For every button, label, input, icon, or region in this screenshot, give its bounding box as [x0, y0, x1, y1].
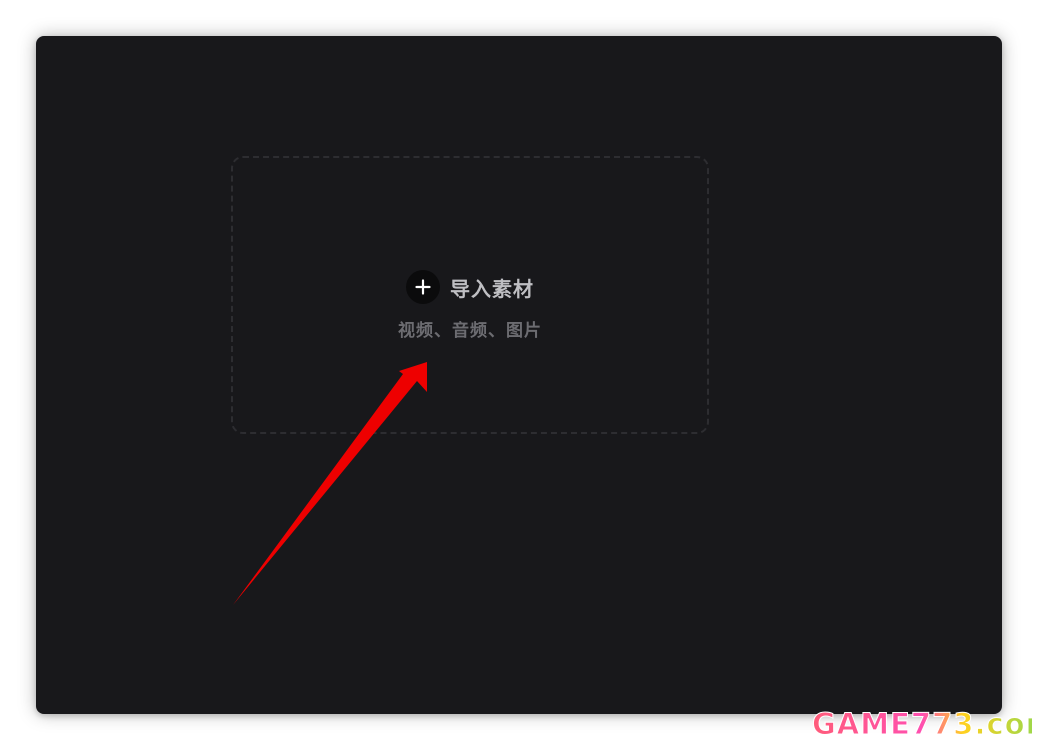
watermark-logo: GAME773.com: [812, 707, 1033, 742]
import-drop-zone[interactable]: 导入素材 视频、音频、图片: [231, 156, 709, 434]
app-window: 导入素材 视频、音频、图片: [36, 36, 1002, 714]
import-button[interactable]: 导入素材: [233, 270, 707, 304]
import-subtitle: 视频、音频、图片: [398, 321, 542, 341]
import-title[interactable]: 导入素材: [450, 273, 534, 302]
svg-text:GAME773.com: GAME773.com: [812, 707, 1032, 741]
plus-icon[interactable]: [406, 270, 440, 304]
